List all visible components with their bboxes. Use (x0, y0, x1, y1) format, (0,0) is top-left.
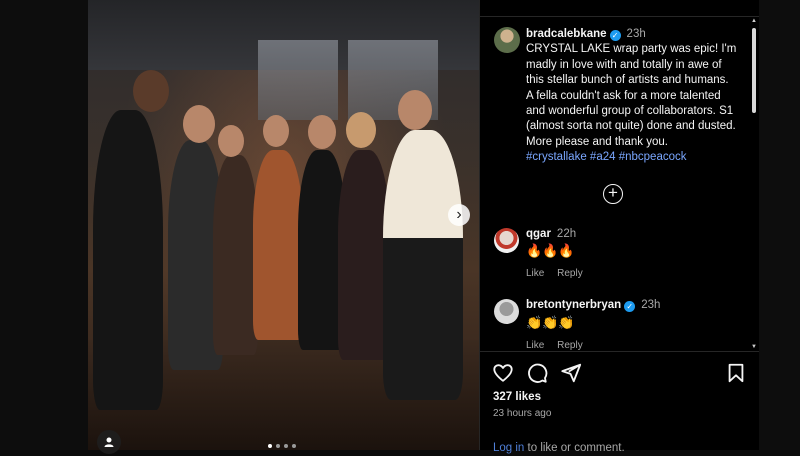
scrollbar-thumb[interactable] (752, 28, 756, 113)
chevron-right-icon: › (456, 206, 462, 223)
post-side-panel: bradcalebkane ✓ 23h CRYSTAL LAKE wrap part… (479, 0, 759, 454)
photo-person-head (308, 115, 336, 149)
plus-circle-icon: + (608, 183, 618, 202)
scroll-up-arrow-icon[interactable]: ▲ (751, 18, 757, 24)
next-photo-button[interactable]: › (448, 204, 470, 226)
verified-badge-icon: ✓ (624, 301, 636, 312)
heart-icon[interactable] (492, 362, 514, 384)
author-username[interactable]: bradcalebkane (526, 28, 607, 40)
comment-like-button[interactable]: Like (526, 268, 544, 279)
photo-person-head (263, 115, 289, 147)
hashtag-link[interactable]: #a24 (590, 151, 616, 163)
photo-person-head (218, 125, 244, 157)
carousel-dot (276, 444, 280, 448)
commenter-username[interactable]: bretontynerbryan (526, 299, 621, 311)
hashtag-link[interactable]: #crystallake (526, 151, 587, 163)
photo-person-head (133, 70, 169, 112)
comments-scroll-area[interactable]: bradcalebkane ✓ 23h CRYSTAL LAKE wrap part… (480, 17, 750, 352)
posted-time-ago[interactable]: 23 hours ago (493, 408, 551, 419)
caption-hashtags: #crystallake #a24 #nbcpeacock (526, 150, 738, 165)
hashtag-link[interactable]: #nbcpeacock (619, 151, 687, 163)
comment-time[interactable]: 22h (557, 228, 576, 240)
share-icon[interactable] (560, 362, 582, 384)
carousel-dots (268, 444, 296, 448)
comment-reply-button[interactable]: Reply (557, 268, 583, 279)
actions-divider (480, 351, 759, 352)
login-link[interactable]: Log in (493, 442, 524, 454)
post-photo[interactable] (88, 0, 479, 450)
photo-person (213, 155, 258, 355)
commenter-username[interactable]: qgar (526, 228, 551, 240)
photo-window (258, 40, 338, 120)
comment-like-button[interactable]: Like (526, 340, 544, 351)
photo-person-head (346, 112, 376, 148)
post-time[interactable]: 23h (627, 28, 646, 40)
person-icon (104, 437, 114, 447)
comment-time[interactable]: 23h (641, 299, 660, 311)
photo-person-head (183, 105, 215, 143)
carousel-dot (284, 444, 288, 448)
commenter-avatar[interactable] (494, 299, 519, 324)
caption-text: CRYSTAL LAKE wrap party was epic! I'm ma… (526, 43, 737, 148)
post-action-bar (492, 362, 752, 386)
comment-reply-button[interactable]: Reply (557, 340, 583, 351)
photo-person (253, 150, 303, 340)
comment-icon[interactable] (526, 362, 548, 384)
comment-text: 🔥🔥🔥 (526, 243, 575, 258)
comments-scrollbar[interactable]: ▲ ▼ (751, 18, 757, 350)
comment-text: 👏👏👏 (526, 315, 575, 330)
login-prompt: Log in to like or comment. (493, 442, 625, 454)
photo-person (383, 130, 463, 400)
carousel-dot (268, 444, 272, 448)
bookmark-icon[interactable] (725, 362, 747, 384)
photo-person (93, 110, 163, 410)
post-caption: bradcalebkane ✓ 23h CRYSTAL LAKE wrap part… (526, 27, 738, 166)
scroll-down-arrow-icon[interactable]: ▼ (751, 344, 757, 350)
user-tag-button[interactable] (97, 430, 121, 454)
load-more-comments-button[interactable]: + (603, 184, 623, 204)
carousel-dot (292, 444, 296, 448)
photo-person-head (398, 90, 432, 130)
verified-badge-icon: ✓ (609, 30, 621, 41)
commenter-avatar[interactable] (494, 228, 519, 253)
author-avatar[interactable] (494, 27, 520, 53)
likes-count[interactable]: 327 likes (493, 391, 541, 403)
login-prompt-text: to like or comment. (524, 442, 625, 454)
panel-header-strip (480, 0, 759, 17)
